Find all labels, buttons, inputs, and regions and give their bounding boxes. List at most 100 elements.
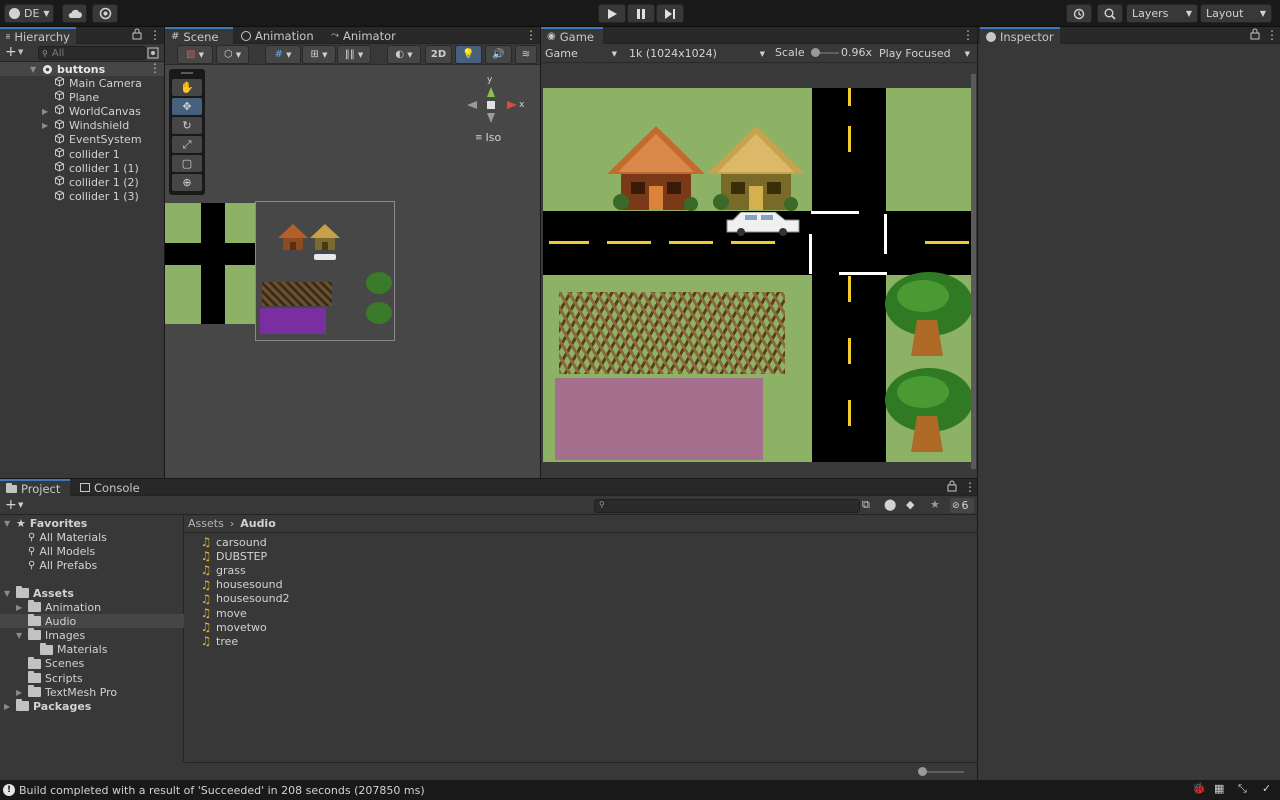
audio-file-item[interactable]: ♫ carsound — [200, 535, 267, 549]
audio-file-item[interactable]: ♫ move — [200, 606, 247, 620]
play-button[interactable] — [598, 4, 626, 23]
asset-folder[interactable]: ▶ TextMesh Pro — [16, 685, 117, 699]
pause-button[interactable] — [627, 4, 655, 23]
layers-dropdown[interactable]: Layers ▼ — [1126, 4, 1198, 23]
star-icon[interactable]: ★ — [930, 498, 940, 511]
check-icon[interactable]: ✓ — [1262, 782, 1271, 795]
expand-arrow-icon[interactable]: ▶ — [16, 688, 24, 697]
hand-tool-button[interactable]: ✋ — [172, 79, 202, 96]
tag-icon[interactable]: ◆ — [906, 498, 914, 511]
audio-toggle[interactable]: 🔊 — [485, 45, 512, 64]
hierarchy-item[interactable]: Plane — [42, 90, 99, 104]
expand-arrow-icon[interactable]: ▶ — [4, 702, 12, 711]
search-button[interactable] — [1097, 4, 1123, 23]
tab-animator[interactable]: ⤳ Animator — [325, 27, 402, 44]
resize-icon[interactable]: ⤡ — [1238, 782, 1247, 796]
add-icon[interactable]: + — [5, 44, 17, 60]
tab-inspector[interactable]: Inspector — [980, 27, 1060, 44]
favorite-item[interactable]: ⚲ All Prefabs — [28, 558, 97, 572]
cloud-button[interactable] — [62, 4, 87, 23]
drag-handle[interactable] — [181, 72, 193, 74]
asset-folder[interactable]: Scenes — [16, 656, 84, 671]
account-dropdown[interactable]: DE ▼ — [4, 4, 54, 23]
play-mode-dropdown[interactable]: Play Focused ▼ — [879, 46, 974, 61]
hierarchy-search-input[interactable]: ⚲ All — [38, 46, 146, 60]
draw-mode-dropdown[interactable]: ▨ ▼ — [177, 45, 213, 64]
audio-file-item[interactable]: ♫ housesound — [200, 578, 283, 592]
tab-hierarchy[interactable]: Hierarchy — [0, 27, 76, 44]
scale-tool-button[interactable]: ⤢ — [172, 136, 202, 153]
2d-toggle[interactable]: 2D — [425, 45, 452, 64]
projection-label[interactable]: Iso — [486, 131, 502, 144]
breadcrumb-assets[interactable]: Assets — [188, 517, 224, 530]
favorite-item[interactable]: ⚲ All Models — [28, 544, 95, 558]
grid-snap-dropdown[interactable]: # ▼ — [265, 45, 301, 64]
more-menu-icon[interactable]: ⋮ — [962, 28, 974, 42]
favorites-header[interactable]: ▼ ★ Favorites — [4, 516, 87, 530]
tab-animation[interactable]: Animation — [235, 27, 320, 44]
icon-size-slider[interactable] — [918, 767, 964, 776]
lock-icon[interactable] — [1250, 28, 1260, 40]
display-dropdown[interactable]: Game ▼ — [545, 46, 621, 61]
tab-console[interactable]: Console — [74, 479, 146, 496]
asset-folder[interactable]: Materials — [28, 642, 107, 657]
camera-dropdown[interactable]: ◐ ▼ — [387, 45, 421, 64]
more-menu-icon[interactable]: ⋮ — [149, 28, 161, 42]
favorite-item[interactable]: ⚲ All Materials — [28, 530, 107, 544]
more-menu-icon[interactable]: ⋮ — [964, 480, 976, 494]
add-icon[interactable]: + — [5, 497, 17, 513]
rect-tool-button[interactable]: ▢ — [172, 155, 202, 172]
expand-arrow-icon[interactable]: ▼ — [16, 631, 24, 640]
hierarchy-item[interactable]: collider 1 — [42, 147, 120, 161]
hidden-packages-toggle[interactable]: ⊘ 6 — [950, 498, 974, 513]
rotate-tool-button[interactable]: ↻ — [172, 117, 202, 134]
hierarchy-item[interactable]: Main Camera — [42, 76, 142, 90]
orientation-gizmo[interactable]: y x ≡ Iso — [465, 75, 529, 145]
tab-project[interactable]: Project — [0, 479, 70, 496]
more-menu-icon[interactable]: ⋮ — [525, 28, 537, 42]
search-by-type-icon[interactable]: ⧉ — [862, 498, 870, 512]
build-icon[interactable]: ▦ — [1214, 782, 1224, 795]
shading-dropdown[interactable]: ⬡ ▼ — [216, 45, 249, 64]
more-menu-icon[interactable]: ⋮ — [1266, 28, 1278, 42]
audio-file-item[interactable]: ♫ DUBSTEP — [200, 549, 268, 563]
scene-visibility-icon[interactable] — [147, 47, 159, 59]
bug-icon[interactable]: 🐞 — [1192, 782, 1206, 795]
search-by-label-icon[interactable]: ⬤ — [884, 498, 896, 511]
hierarchy-root-row[interactable]: ▼ buttons ⋮ — [0, 61, 164, 76]
expand-arrow-icon[interactable]: ▼ — [30, 65, 38, 74]
resolution-dropdown[interactable]: 1k (1024x1024) ▼ — [629, 46, 769, 61]
lock-icon[interactable] — [132, 28, 142, 40]
render-layers-dropdown[interactable]: ‖‖ ▼ — [337, 45, 371, 64]
transform-tool-button[interactable]: ⊕ — [172, 174, 202, 191]
asset-folder[interactable]: ▶ Animation — [16, 600, 101, 614]
project-search-input[interactable]: ⚲ — [594, 499, 860, 513]
audio-file-item[interactable]: ♫ tree — [200, 634, 239, 648]
audio-file-item[interactable]: ♫ housesound2 — [200, 592, 290, 606]
step-button[interactable] — [656, 4, 684, 23]
expand-arrow-icon[interactable]: ▼ — [4, 519, 12, 528]
effects-toggle[interactable]: ≋ — [515, 45, 537, 64]
hierarchy-item[interactable]: ▶ Windshield — [42, 119, 129, 133]
expand-arrow-icon[interactable]: ▶ — [16, 603, 24, 612]
packages-header[interactable]: ▶ Packages — [4, 699, 91, 713]
status-message[interactable]: Build completed with a result of 'Succee… — [19, 784, 425, 797]
chevron-down-icon[interactable]: ▼ — [18, 501, 23, 509]
expand-arrow-icon[interactable]: ▼ — [4, 589, 12, 598]
move-tool-button[interactable]: ✥ — [172, 98, 202, 115]
asset-folder[interactable]: ▼ Images — [16, 628, 85, 642]
snap-increment-dropdown[interactable]: ⊞ ▼ — [302, 45, 336, 64]
scale-slider[interactable] — [811, 48, 839, 57]
hierarchy-item[interactable]: collider 1 (2) — [42, 175, 139, 189]
collab-button[interactable] — [92, 4, 118, 23]
tab-scene[interactable]: # Scene — [165, 27, 233, 44]
layout-dropdown[interactable]: Layout ▼ — [1200, 4, 1272, 23]
more-menu-icon[interactable]: ⋮ — [149, 61, 161, 75]
game-scrollbar[interactable] — [971, 74, 976, 469]
lock-icon[interactable] — [947, 480, 957, 492]
expand-arrow-icon[interactable]: ▶ — [42, 107, 50, 116]
hierarchy-item[interactable]: collider 1 (3) — [42, 190, 139, 204]
hierarchy-item[interactable]: ▶ WorldCanvas — [42, 104, 141, 118]
hierarchy-item[interactable]: collider 1 (1) — [42, 161, 139, 175]
chevron-down-icon[interactable]: ▼ — [18, 48, 23, 56]
